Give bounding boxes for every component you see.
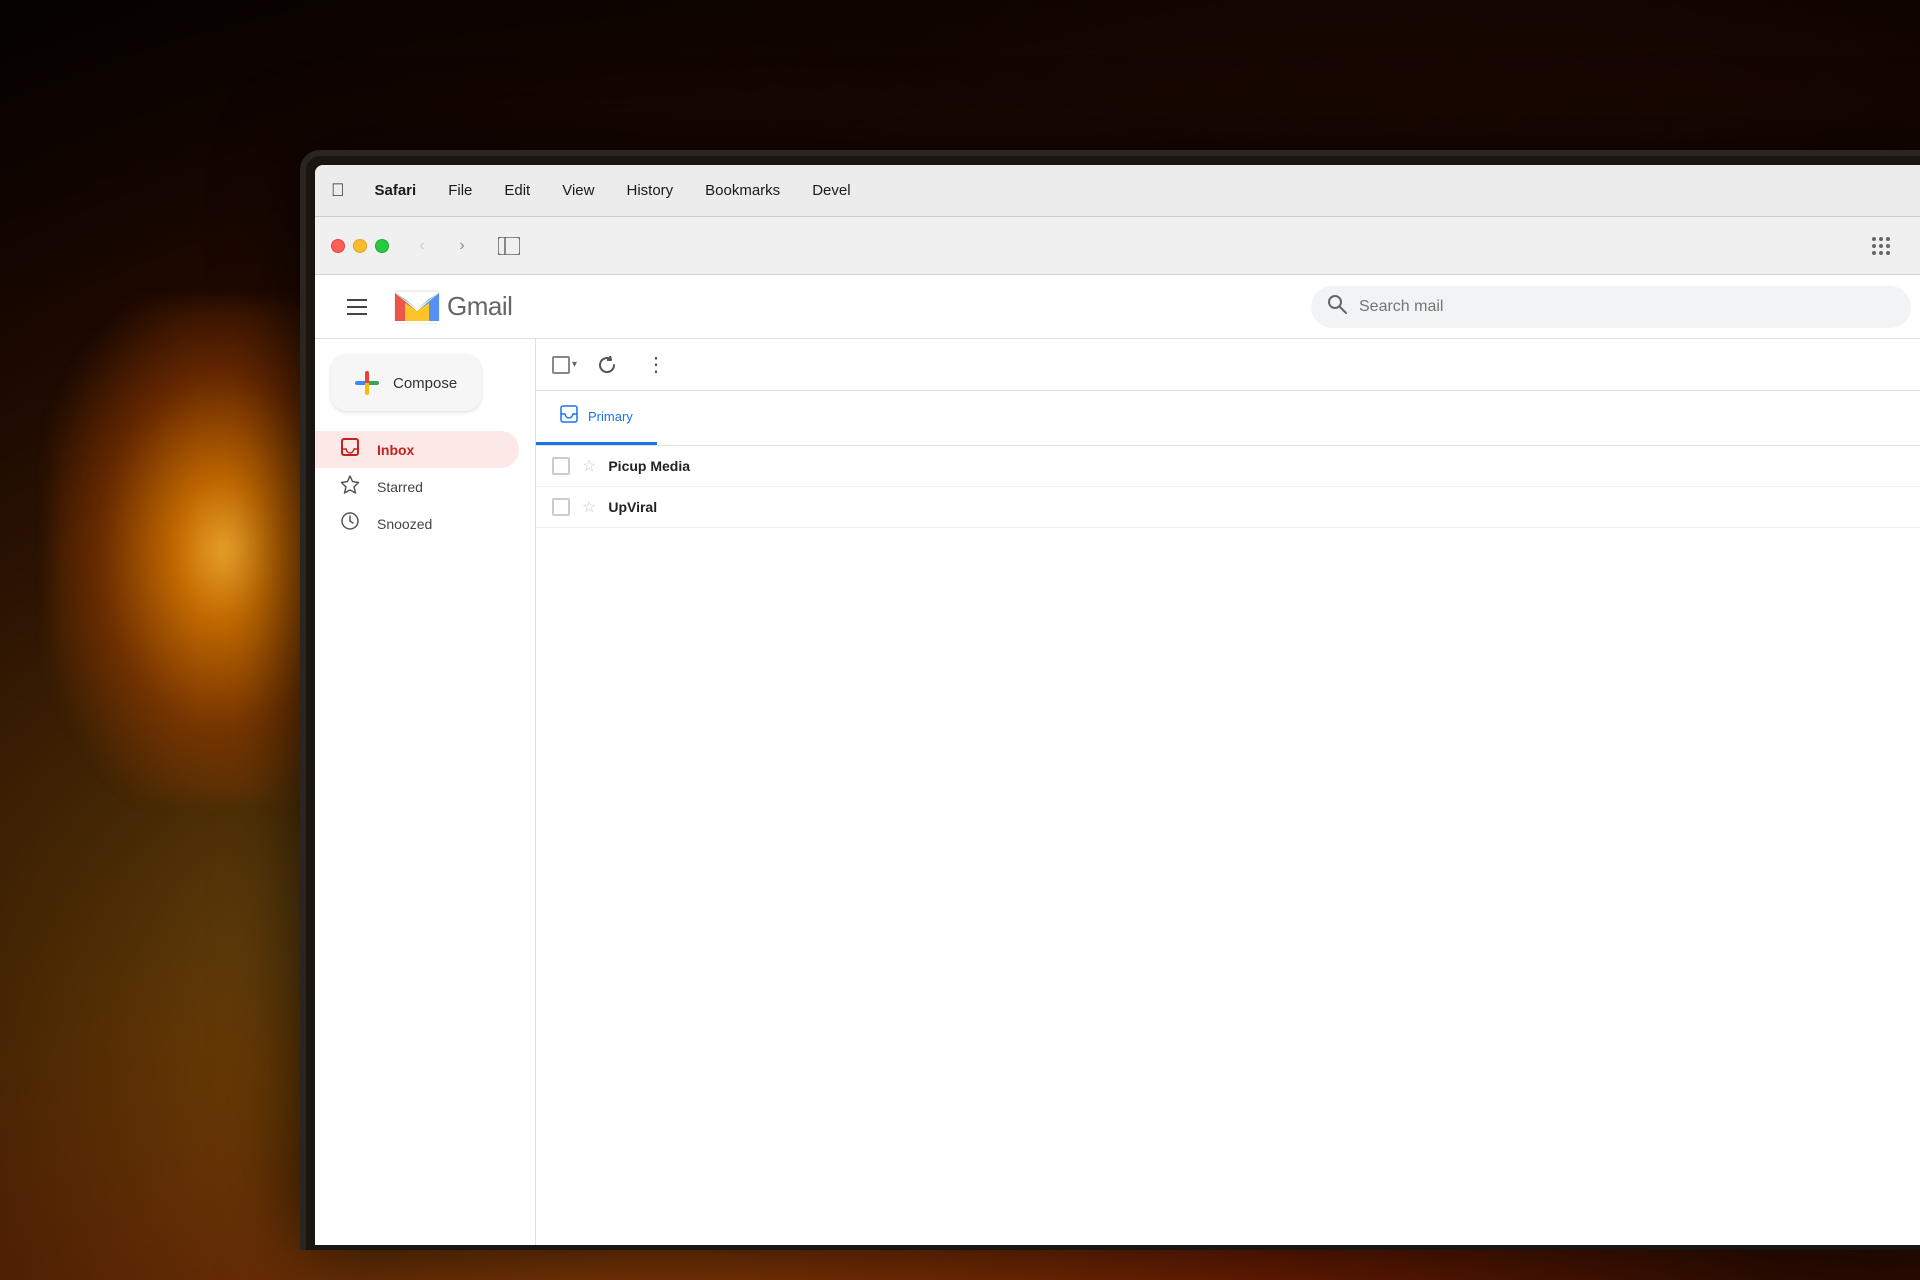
traffic-lights: [331, 239, 389, 253]
safari-toolbar: ‹ ›: [315, 217, 1920, 275]
gmail-main: Compose Inbox: [315, 339, 1920, 1245]
primary-tab-icon: [560, 405, 578, 428]
hamburger-line: [347, 299, 367, 301]
menubar-view[interactable]: View: [556, 178, 600, 203]
gmail-logo: Gmail: [391, 281, 512, 333]
macos-menubar:  Safari File Edit View History Bookmark…: [315, 165, 1920, 217]
select-all-checkbox[interactable]: [552, 356, 570, 374]
grid-dot: [1886, 237, 1890, 241]
menubar-edit[interactable]: Edit: [498, 178, 536, 203]
hamburger-line: [347, 313, 367, 315]
email-checkbox[interactable]: [552, 457, 570, 475]
screen:  Safari File Edit View History Bookmark…: [315, 165, 1920, 1245]
grid-dot: [1879, 244, 1883, 248]
compose-label: Compose: [393, 375, 457, 392]
search-icon: [1327, 294, 1347, 320]
grid-dot: [1886, 251, 1890, 255]
checkbox-dropdown-arrow[interactable]: ▾: [572, 359, 577, 370]
starred-label: Starred: [377, 479, 423, 495]
close-button[interactable]: [331, 239, 345, 253]
forward-button[interactable]: ›: [447, 231, 477, 261]
email-rows: ☆ Picup Media ☆ UpViral: [536, 446, 1920, 1245]
primary-tab-label: Primary: [588, 409, 633, 424]
email-row[interactable]: ☆ UpViral: [536, 487, 1920, 528]
sidebar-item-snoozed[interactable]: Snoozed: [315, 505, 519, 542]
gmail-m-svg: [391, 281, 443, 333]
snoozed-label: Snoozed: [377, 516, 432, 532]
email-sender: UpViral: [608, 499, 808, 515]
apps-grid-button[interactable]: [1863, 231, 1899, 261]
gmail-wordmark: Gmail: [447, 291, 512, 322]
grid-dot: [1872, 237, 1876, 241]
gmail-page: Gmail Compose: [315, 275, 1920, 1245]
gmail-sidebar: Compose Inbox: [315, 339, 535, 1245]
compose-button[interactable]: Compose: [331, 355, 481, 411]
grid-dot: [1879, 251, 1883, 255]
apple-menu[interactable]: : [331, 180, 345, 201]
star-button[interactable]: ☆: [582, 497, 596, 517]
sidebar-item-inbox[interactable]: Inbox: [315, 431, 519, 468]
more-options-button[interactable]: ⋮: [637, 347, 673, 383]
sidebar-item-starred[interactable]: Starred: [315, 468, 519, 505]
hamburger-menu-button[interactable]: [339, 291, 375, 323]
email-checkbox[interactable]: [552, 498, 570, 516]
email-row[interactable]: ☆ Picup Media: [536, 446, 1920, 487]
hamburger-line: [347, 306, 367, 308]
compose-plus-icon: [355, 371, 379, 395]
grid-dot: [1886, 244, 1890, 248]
search-bar[interactable]: [1311, 286, 1911, 328]
menubar-safari[interactable]: Safari: [369, 178, 423, 203]
email-sender: Picup Media: [608, 458, 808, 474]
email-tabs: Primary: [536, 391, 1920, 446]
gmail-header: Gmail: [315, 275, 1920, 339]
inbox-label: Inbox: [377, 442, 414, 458]
grid-dot: [1872, 251, 1876, 255]
menubar-file[interactable]: File: [442, 178, 478, 203]
sidebar-toggle-button[interactable]: [491, 231, 527, 261]
grid-dot: [1879, 237, 1883, 241]
menubar-develop[interactable]: Devel: [806, 178, 856, 203]
clock-icon: [339, 511, 361, 536]
search-input[interactable]: [1359, 298, 1895, 316]
tab-primary[interactable]: Primary: [536, 391, 657, 445]
fullscreen-button[interactable]: [375, 239, 389, 253]
menubar-history[interactable]: History: [620, 178, 679, 203]
email-list-area: ▾ ⋮: [535, 339, 1920, 1245]
grid-dot: [1872, 244, 1876, 248]
email-toolbar: ▾ ⋮: [536, 339, 1920, 391]
star-icon: [339, 474, 361, 499]
inbox-icon: [339, 437, 361, 462]
back-button[interactable]: ‹: [407, 231, 437, 261]
minimize-button[interactable]: [353, 239, 367, 253]
menubar-bookmarks[interactable]: Bookmarks: [699, 178, 786, 203]
star-button[interactable]: ☆: [582, 456, 596, 476]
select-all-checkbox-area[interactable]: ▾: [552, 356, 577, 374]
refresh-button[interactable]: [589, 347, 625, 383]
